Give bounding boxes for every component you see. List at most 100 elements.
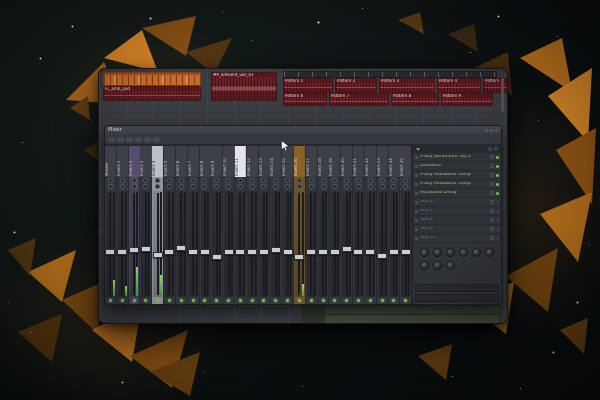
fx-footer-bar[interactable] xyxy=(415,294,499,302)
mixer-channel[interactable]: Insert 1 xyxy=(116,145,129,304)
fader-handle[interactable] xyxy=(247,249,258,256)
stereo-knob[interactable] xyxy=(249,184,255,189)
stereo-knob[interactable] xyxy=(320,184,326,189)
fx-slot[interactable]: Slot 6 xyxy=(413,198,501,207)
mixer-channel[interactable]: Insert 20 xyxy=(341,145,354,304)
timeline-ruler[interactable] xyxy=(283,71,497,78)
channel-led[interactable] xyxy=(191,299,195,302)
pan-knob[interactable] xyxy=(190,178,196,183)
pan-knob[interactable] xyxy=(332,178,338,183)
stereo-knob[interactable] xyxy=(261,184,267,189)
mixer-channel[interactable]: Insert 23 xyxy=(376,145,389,304)
fader-handle[interactable] xyxy=(188,249,199,256)
fader-handle[interactable] xyxy=(117,249,128,256)
fader-handle[interactable] xyxy=(199,249,210,256)
stereo-knob[interactable] xyxy=(190,184,196,189)
toolbar-button[interactable] xyxy=(153,137,160,142)
toolbar-button[interactable] xyxy=(117,137,124,142)
pan-knob[interactable] xyxy=(119,178,125,183)
fx-slot[interactable]: Slot 10 xyxy=(413,234,501,243)
slot-mix-knob[interactable] xyxy=(490,209,494,213)
fx-header-button[interactable] xyxy=(488,147,492,151)
stereo-knob[interactable] xyxy=(308,184,314,189)
fader-handle[interactable] xyxy=(388,249,399,256)
mixer-channel[interactable]: Insert 7 xyxy=(187,145,200,304)
eq-knob[interactable] xyxy=(485,248,494,257)
slot-enable-led[interactable] xyxy=(496,173,499,177)
channel-led[interactable] xyxy=(274,299,278,302)
channel-led[interactable] xyxy=(156,299,160,302)
stereo-knob[interactable] xyxy=(367,184,373,189)
stereo-knob[interactable] xyxy=(237,184,243,189)
channel-led[interactable] xyxy=(309,299,313,302)
stereo-knob[interactable] xyxy=(131,184,137,189)
eq-knob[interactable] xyxy=(420,248,429,257)
mixer-channel[interactable]: Insert 15 xyxy=(282,145,294,304)
stereo-knob[interactable] xyxy=(214,184,220,189)
mixer-channel[interactable]: Insert 6 xyxy=(175,145,188,304)
channel-led[interactable] xyxy=(368,299,372,302)
mixer-channel[interactable]: Insert 16 xyxy=(294,145,306,304)
slot-mix-knob[interactable] xyxy=(490,236,494,240)
channel-led[interactable] xyxy=(286,299,290,302)
slot-enable-led[interactable] xyxy=(496,218,499,222)
pan-knob[interactable] xyxy=(249,178,255,183)
fx-slot[interactable]: Fruity Multiband Comp xyxy=(413,180,501,189)
mixer-channel[interactable]: Insert 9 xyxy=(211,145,224,304)
slot-mix-knob[interactable] xyxy=(490,173,494,177)
fader-handle[interactable] xyxy=(341,246,352,253)
mixer-channel[interactable]: Insert 25 xyxy=(400,145,413,304)
channel-led[interactable] xyxy=(179,299,183,302)
stereo-knob[interactable] xyxy=(226,184,232,189)
fader-handle[interactable] xyxy=(235,249,246,256)
pan-knob[interactable] xyxy=(403,178,409,183)
fader-handle[interactable] xyxy=(377,252,388,259)
channel-led[interactable] xyxy=(262,299,266,302)
pan-knob[interactable] xyxy=(143,178,149,183)
pan-knob[interactable] xyxy=(391,178,397,183)
pan-knob[interactable] xyxy=(155,178,161,183)
fx-slot[interactable]: Slot 8 xyxy=(413,216,501,225)
stereo-knob[interactable] xyxy=(391,184,397,189)
mixer-channel[interactable]: Insert 8 xyxy=(199,145,212,304)
channel-led[interactable] xyxy=(392,299,396,302)
eq-knob[interactable] xyxy=(433,248,442,257)
stereo-knob[interactable] xyxy=(355,184,361,189)
mixer-channel[interactable]: Insert 2 xyxy=(128,145,141,304)
stereo-knob[interactable] xyxy=(107,184,113,189)
channel-led[interactable] xyxy=(345,299,349,302)
eq-knob[interactable] xyxy=(472,248,481,257)
toolbar-button[interactable] xyxy=(135,137,142,142)
slot-mix-knob[interactable] xyxy=(490,227,494,231)
channel-led[interactable] xyxy=(356,299,360,302)
toolbar-button[interactable] xyxy=(126,137,133,142)
fader-handle[interactable] xyxy=(258,249,269,256)
mixer-channel[interactable]: Insert 22 xyxy=(364,145,377,304)
channel-led[interactable] xyxy=(250,299,254,302)
pan-knob[interactable] xyxy=(237,178,243,183)
fader-handle[interactable] xyxy=(129,247,140,254)
pan-knob[interactable] xyxy=(202,178,208,183)
playlist-clip[interactable]: Pattern 9 xyxy=(441,93,493,106)
fx-panel-header[interactable] xyxy=(413,145,501,153)
playlist-clip[interactable]: Pattern 6 xyxy=(283,93,327,106)
channel-led[interactable] xyxy=(132,299,136,302)
pan-knob[interactable] xyxy=(226,178,232,183)
toolbar-button[interactable] xyxy=(108,137,115,142)
mixer-channel[interactable]: Insert 21 xyxy=(353,145,365,304)
mixer-channel[interactable]: Insert 11 xyxy=(234,145,247,304)
slot-enable-led[interactable] xyxy=(496,236,499,240)
stereo-knob[interactable] xyxy=(119,184,125,189)
mixer-channel[interactable]: Insert 24 xyxy=(388,145,401,304)
audio-clip-small[interactable]: FL_amb_pad xyxy=(103,86,201,101)
fader-handle[interactable] xyxy=(223,249,234,256)
playlist-clip[interactable]: Pattern 1 xyxy=(283,78,333,93)
fx-slot[interactable]: Slot 7 xyxy=(413,207,501,216)
fx-slot[interactable]: Fruity parametric EQ 2 xyxy=(413,153,501,162)
toolbar-button[interactable] xyxy=(144,137,151,142)
channel-led[interactable] xyxy=(120,299,124,302)
mixer-channel[interactable]: Master xyxy=(105,145,117,304)
pan-knob[interactable] xyxy=(131,178,137,183)
pan-knob[interactable] xyxy=(296,178,302,183)
pan-knob[interactable] xyxy=(107,178,113,183)
